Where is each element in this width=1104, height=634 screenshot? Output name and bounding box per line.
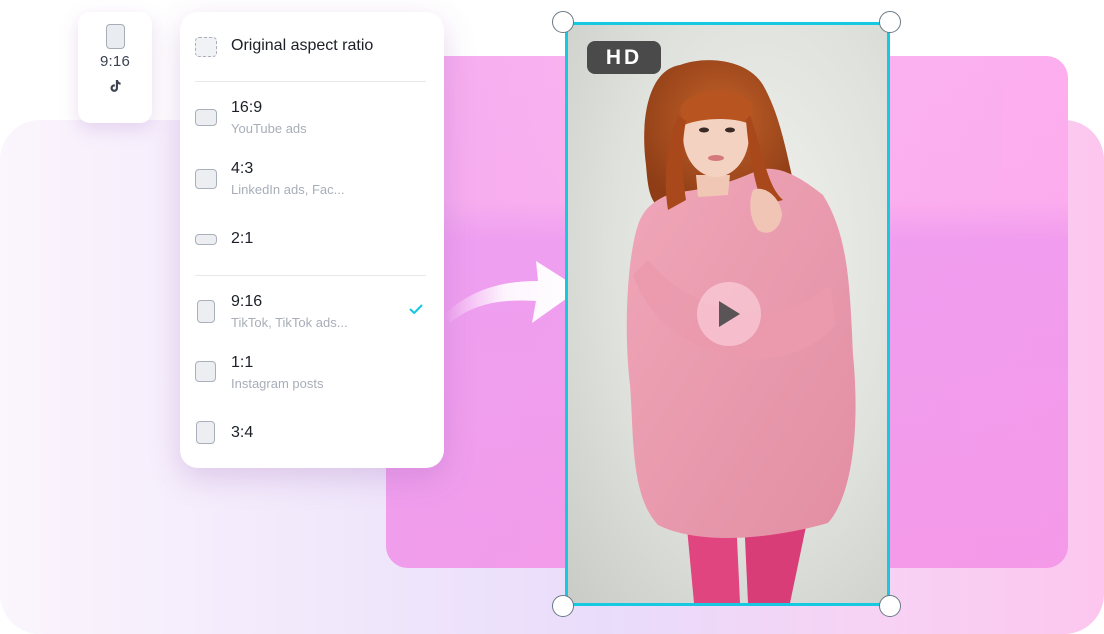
resize-handle-bottom-right[interactable] bbox=[879, 595, 901, 617]
portrait-frame-icon bbox=[197, 300, 215, 323]
portrait-frame-icon bbox=[196, 421, 215, 444]
menu-item-label: 1:1 bbox=[231, 354, 254, 371]
menu-item-label: Original aspect ratio bbox=[231, 37, 374, 54]
square-frame-icon bbox=[195, 361, 216, 382]
menu-item-description: YouTube ads bbox=[231, 121, 307, 136]
portrait-frame-icon bbox=[105, 24, 125, 49]
dashed-frame-icon bbox=[195, 37, 217, 57]
menu-divider bbox=[195, 275, 426, 276]
hd-badge: HD bbox=[587, 41, 661, 74]
resize-handle-bottom-left[interactable] bbox=[552, 595, 574, 617]
resize-handle-top-left[interactable] bbox=[552, 11, 574, 33]
menu-item-description: LinkedIn ads, Fac... bbox=[231, 182, 345, 197]
resize-handle-top-right[interactable] bbox=[879, 11, 901, 33]
menu-item-4-3[interactable]: 4:3 LinkedIn ads, Fac... bbox=[180, 151, 444, 205]
aspect-ratio-menu: Original aspect ratio 16:9 YouTube ads 4… bbox=[180, 12, 444, 468]
current-ratio-label: 9:16 bbox=[100, 53, 130, 70]
menu-item-description: TikTok, TikTok ads... bbox=[231, 315, 348, 330]
menu-item-label: 9:16 bbox=[231, 293, 263, 310]
menu-item-original[interactable]: Original aspect ratio bbox=[180, 20, 444, 74]
wide-frame-icon bbox=[195, 234, 217, 245]
play-icon bbox=[719, 301, 740, 327]
menu-item-16-9[interactable]: 16:9 YouTube ads bbox=[180, 90, 444, 144]
menu-item-label: 16:9 bbox=[231, 99, 263, 116]
menu-item-3-4[interactable]: 3:4 bbox=[180, 406, 444, 460]
checkmark-icon bbox=[409, 304, 423, 314]
menu-item-description: Instagram posts bbox=[231, 376, 324, 391]
menu-item-label: 3:4 bbox=[231, 424, 254, 441]
video-preview[interactable]: HD bbox=[565, 22, 890, 606]
play-button[interactable] bbox=[697, 282, 761, 346]
menu-item-2-1[interactable]: 2:1 bbox=[180, 212, 444, 266]
menu-item-9-16[interactable]: 9:16 TikTok, TikTok ads... bbox=[180, 284, 444, 338]
menu-divider bbox=[195, 81, 426, 82]
menu-item-label: 2:1 bbox=[231, 230, 254, 247]
landscape-frame-icon bbox=[195, 109, 217, 126]
tiktok-icon bbox=[110, 80, 121, 92]
menu-item-1-1[interactable]: 1:1 Instagram posts bbox=[180, 345, 444, 399]
menu-item-label: 4:3 bbox=[231, 160, 254, 177]
frame-icon bbox=[195, 169, 217, 189]
current-format-card[interactable]: 9:16 bbox=[78, 12, 152, 123]
